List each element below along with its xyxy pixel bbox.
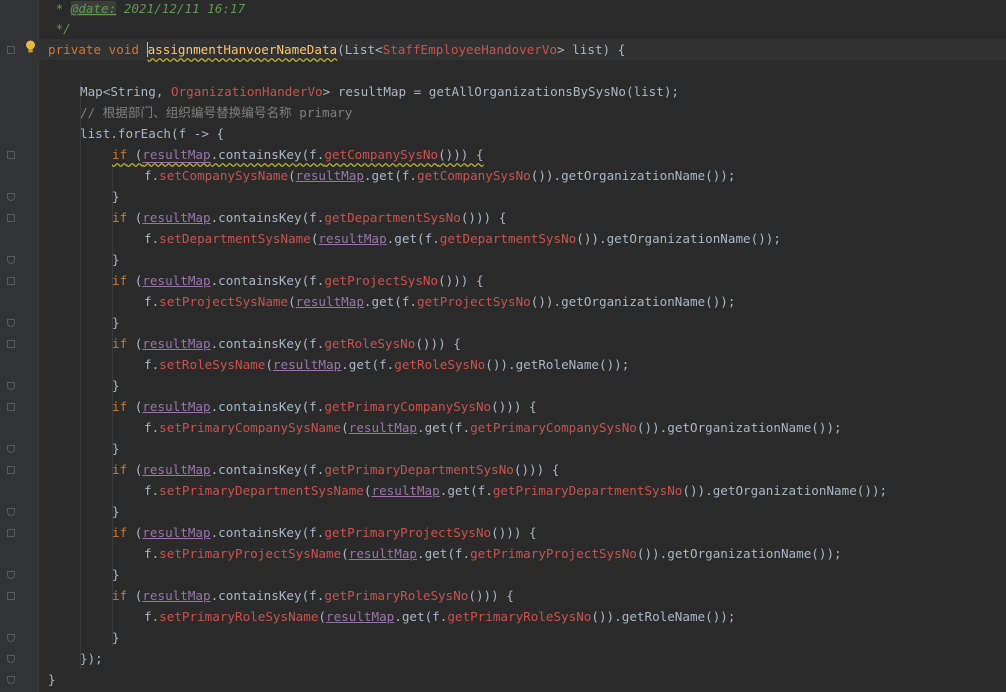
fold-marker-icon[interactable]	[7, 151, 15, 159]
code-line-setter: f.setDepartmentSysName(resultMap.get(f.g…	[144, 231, 781, 246]
fold-marker-icon[interactable]	[7, 676, 15, 684]
fold-marker-icon[interactable]	[7, 529, 15, 537]
code-line-if: if (resultMap.containsKey(f.getProjectSy…	[112, 273, 484, 288]
code-line-method-end: }	[48, 672, 56, 687]
fold-marker-icon[interactable]	[7, 277, 15, 285]
fold-marker-icon[interactable]	[7, 46, 15, 54]
doc-comment-date: * @date: 2021/12/11 16:17	[48, 1, 246, 16]
code-line-close-brace: }	[112, 630, 120, 645]
fold-marker-icon[interactable]	[7, 340, 15, 348]
code-line-setter: f.setPrimaryCompanySysName(resultMap.get…	[144, 420, 842, 435]
code-line-foreach-end: });	[80, 651, 103, 666]
code-line-setter: f.setPrimaryProjectSysName(resultMap.get…	[144, 546, 842, 561]
fold-marker-icon[interactable]	[7, 319, 15, 327]
code-line-close-brace: }	[112, 252, 120, 267]
fold-marker-icon[interactable]	[7, 508, 15, 516]
code-line-close-brace: }	[112, 189, 120, 204]
fold-marker-icon[interactable]	[7, 571, 15, 579]
fold-marker-icon[interactable]	[7, 445, 15, 453]
fold-marker-icon[interactable]	[7, 193, 15, 201]
code-line-close-brace: }	[112, 441, 120, 456]
code-line-close-brace: }	[112, 504, 120, 519]
editor-gutter	[0, 0, 39, 692]
fold-marker-icon[interactable]	[7, 592, 15, 600]
code-line-close-brace: }	[112, 378, 120, 393]
fold-marker-icon[interactable]	[7, 382, 15, 390]
method-name[interactable]: assignmentHanvoerNameData	[146, 42, 338, 57]
fold-marker-icon[interactable]	[7, 634, 15, 642]
fold-marker-icon[interactable]	[7, 403, 15, 411]
code-line-close-brace: }	[112, 315, 120, 330]
method-signature: private void assignmentHanvoerNameData(L…	[48, 42, 626, 57]
fold-marker-icon[interactable]	[7, 214, 15, 222]
code-line-foreach: list.forEach(f -> {	[80, 126, 225, 141]
code-line-setter: f.setRoleSysName(resultMap.get(f.getRole…	[144, 357, 630, 372]
code-line-close-brace: }	[112, 567, 120, 582]
code-line-if: if (resultMap.containsKey(f.getDepartmen…	[112, 210, 507, 225]
code-line-if: if (resultMap.containsKey(f.getCompanySy…	[112, 147, 484, 162]
code-line-setter: f.setCompanySysName(resultMap.get(f.getC…	[144, 168, 736, 183]
doc-comment-end: */	[48, 21, 71, 36]
indent-guide	[80, 81, 81, 669]
fold-marker-icon[interactable]	[7, 655, 15, 663]
lightbulb-icon[interactable]	[25, 40, 36, 54]
code-line-map: Map<String, OrganizationHanderVo> result…	[80, 84, 680, 99]
code-comment: // 根据部门、组织编号替换编号名称 primary	[80, 105, 353, 120]
code-line-setter: f.setProjectSysName(resultMap.get(f.getP…	[144, 294, 736, 309]
code-line-setter: f.setPrimaryDepartmentSysName(resultMap.…	[144, 483, 888, 498]
code-line-if: if (resultMap.containsKey(f.getPrimaryDe…	[112, 462, 560, 477]
fold-marker-icon[interactable]	[7, 466, 15, 474]
code-line-if: if (resultMap.containsKey(f.getPrimaryRo…	[112, 588, 514, 603]
code-line-if: if (resultMap.containsKey(f.getPrimaryPr…	[112, 525, 537, 540]
code-editor[interactable]: * @date: 2021/12/11 16:17 */ private voi…	[38, 0, 1006, 692]
code-line-setter: f.setPrimaryRoleSysName(resultMap.get(f.…	[144, 609, 736, 624]
code-line-if: if (resultMap.containsKey(f.getRoleSysNo…	[112, 336, 461, 351]
code-line-if: if (resultMap.containsKey(f.getPrimaryCo…	[112, 399, 537, 414]
fold-marker-icon[interactable]	[7, 256, 15, 264]
